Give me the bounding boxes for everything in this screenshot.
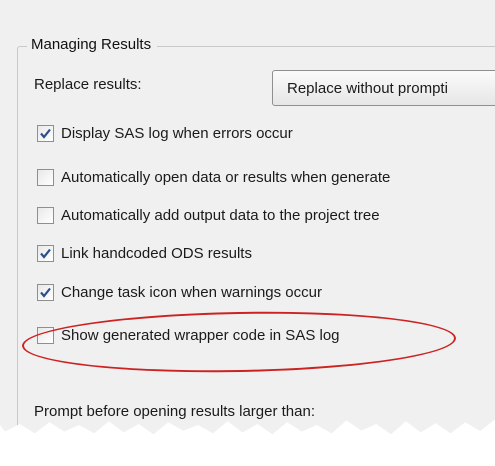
checkbox-auto-add-output[interactable]: Automatically add output data to the pro… — [37, 203, 380, 227]
checkbox-label: Display SAS log when errors occur — [61, 124, 293, 142]
replace-results-label: Replace results: — [34, 76, 142, 93]
checkbox-link-ods-results[interactable]: Link handcoded ODS results — [37, 241, 252, 265]
checkbox-box[interactable] — [37, 326, 54, 344]
checkbox-show-wrapper-code[interactable]: Show generated wrapper code in SAS log — [37, 323, 340, 347]
checkbox-display-sas-log[interactable]: Display SAS log when errors occur — [37, 121, 293, 145]
replace-results-value: Replace without prompti — [287, 80, 448, 97]
checkmark-icon — [40, 128, 51, 139]
checkbox-label: Automatically open data or results when … — [61, 168, 391, 186]
options-panel: Managing Results Replace results: Replac… — [0, 0, 495, 435]
checkbox-change-task-icon[interactable]: Change task icon when warnings occur — [37, 280, 322, 304]
checkmark-icon — [40, 248, 51, 259]
checkbox-label: Link handcoded ODS results — [61, 244, 252, 262]
checkbox-label: Show generated wrapper code in SAS log — [61, 326, 340, 344]
checkbox-box[interactable] — [37, 244, 54, 262]
replace-results-dropdown[interactable]: Replace without prompti — [272, 70, 495, 106]
checkbox-label: Change task icon when warnings occur — [61, 283, 322, 301]
prompt-size-label: Prompt before opening results larger tha… — [34, 403, 315, 420]
checkbox-box[interactable] — [37, 206, 54, 224]
checkbox-box[interactable] — [37, 124, 54, 142]
checkmark-icon — [40, 287, 51, 298]
checkbox-box[interactable] — [37, 283, 54, 301]
checkbox-auto-open-results[interactable]: Automatically open data or results when … — [37, 165, 390, 189]
checkbox-label: Automatically add output data to the pro… — [61, 206, 380, 224]
checkbox-box[interactable] — [37, 168, 54, 186]
group-title: Managing Results — [27, 36, 158, 53]
